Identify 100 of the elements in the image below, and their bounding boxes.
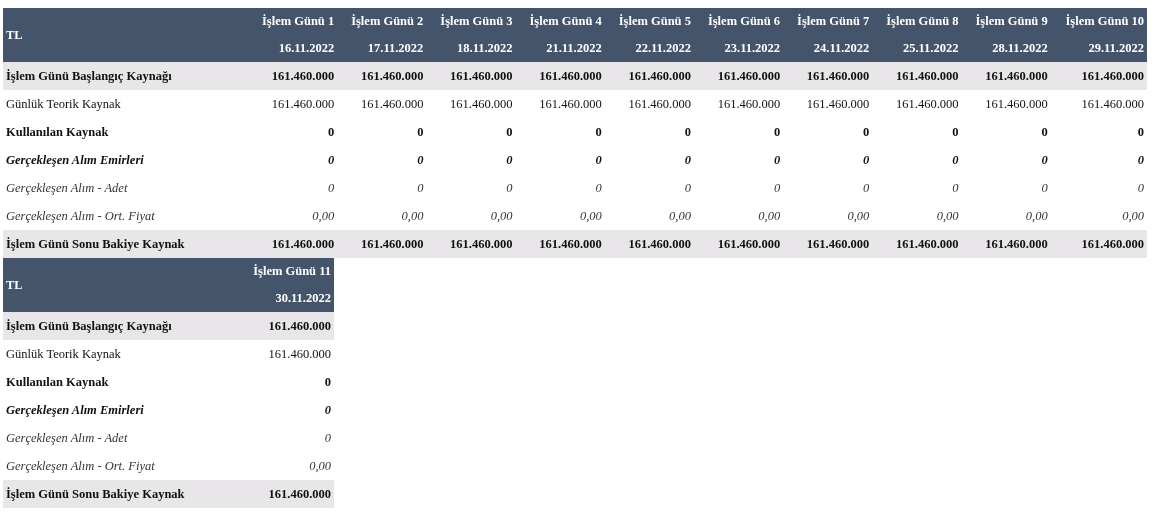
table-cell-text: 0 (683, 123, 692, 141)
date-header: 25.11.2022 (872, 35, 962, 62)
table-cell: 161.460.000 (961, 90, 1051, 118)
table-cell-text: 0 (323, 429, 332, 447)
table-cell-text: 0 (862, 123, 871, 141)
table-cell-text: 0 (323, 373, 332, 391)
table-cell: 161.460.000 (872, 230, 962, 258)
table-cell: 161.460.000 (248, 480, 334, 508)
column-header: İşlem Günü 8 (872, 8, 962, 35)
table-cell: 161.460.000 (426, 62, 516, 90)
column-header: İşlem Günü 10 (1050, 8, 1147, 35)
row-label: Kullanılan Kaynak (5, 373, 110, 391)
table-cell: 0,00 (515, 202, 605, 230)
table-cell: 161.460.000 (783, 230, 873, 258)
table-cell-text: 0 (416, 123, 425, 141)
date-header: 24.11.2022 (783, 35, 873, 62)
table-cell-text: 0 (1040, 151, 1049, 169)
date-header: 18.11.2022 (426, 35, 516, 62)
table-cell: 161.460.000 (693, 90, 784, 118)
table-cell-text: 0 (326, 179, 336, 197)
table-cell-text: 0 (326, 123, 336, 141)
column-header: İşlem Günü 2 (337, 8, 427, 35)
row-label: Gerçekleşen Alım - Adet (5, 429, 129, 447)
table-cell-text: 0 (1040, 179, 1049, 197)
table-cell: 161.460.000 (426, 230, 516, 258)
table-cell: 161.460.000 (515, 90, 605, 118)
table-cell: 161.460.000 (604, 230, 694, 258)
table-cell-text: 0 (505, 151, 514, 169)
table-cell-text: 0 (772, 151, 782, 169)
table-cell-text: 0 (951, 151, 960, 169)
table-cell: 161.460.000 (783, 62, 873, 90)
table-cell-text: 0 (1040, 123, 1049, 141)
row-label: İşlem Günü Başlangıç Kaynağı (3, 312, 248, 340)
row-label: Gerçekleşen Alım Emirleri (5, 151, 145, 169)
table-cell-text: 0 (1136, 179, 1145, 197)
table-cell: 161.460.000 (961, 230, 1051, 258)
column-header: İşlem Günü 5 (604, 8, 694, 35)
column-header: İşlem Günü 11 (248, 258, 334, 285)
column-header: İşlem Günü 9 (961, 8, 1051, 35)
table-cell: 161.460.000 (515, 230, 605, 258)
table-cell: 161.460.000 (693, 62, 784, 90)
table-cell-text: 0 (505, 123, 514, 141)
table-cell: 161.460.000 (1050, 230, 1147, 258)
table-cell-text: 0 (594, 179, 603, 197)
table-cell-text: 0 (951, 123, 960, 141)
table-cell: 0,00 (604, 202, 694, 230)
table-cell-text: 0 (323, 401, 332, 419)
row-label: İşlem Günü Başlangıç Kaynağı (3, 62, 248, 90)
table-cell: 161.460.000 (248, 340, 334, 368)
date-header: 28.11.2022 (961, 35, 1051, 62)
table-cell-text: 0 (416, 179, 425, 197)
table-cell: 161.460.000 (337, 230, 427, 258)
table-cell: 0,00 (872, 202, 962, 230)
table-cell-text: 0 (594, 151, 603, 169)
table-cell: 161.460.000 (783, 90, 873, 118)
table-cell-text: 0 (683, 179, 692, 197)
row-label: Gerçekleşen Alım - Ort. Fiyat (3, 452, 248, 480)
table-cell: 0,00 (426, 202, 516, 230)
date-header: 17.11.2022 (337, 35, 427, 62)
table-cell: 161.460.000 (1050, 90, 1147, 118)
table-cell-text: 0 (951, 179, 960, 197)
table-cell: 0,00 (1050, 202, 1147, 230)
table-cell: 0,00 (248, 452, 334, 480)
column-header: İşlem Günü 3 (426, 8, 516, 35)
table-cell-text: 0 (1136, 123, 1145, 141)
date-header: 23.11.2022 (693, 35, 784, 62)
table-cell: 161.460.000 (337, 62, 427, 90)
table-cell-text: 0 (862, 179, 871, 197)
date-header: 29.11.2022 (1050, 35, 1147, 62)
column-header: İşlem Günü 7 (783, 8, 873, 35)
table-cell: 0,00 (961, 202, 1051, 230)
table-cell-text: 0 (1136, 151, 1145, 169)
table-cell: 161.460.000 (872, 62, 962, 90)
date-header: 21.11.2022 (515, 35, 605, 62)
row-label: Gerçekleşen Alım - Adet (5, 179, 129, 197)
table-cell: 161.460.000 (248, 312, 334, 340)
table-cell: 0,00 (337, 202, 427, 230)
column-header: İşlem Günü 4 (515, 8, 605, 35)
date-header: 30.11.2022 (248, 285, 334, 312)
table-cell: 161.460.000 (872, 90, 962, 118)
table-cell: 0,00 (693, 202, 784, 230)
column-header: İşlem Günü 6 (693, 8, 784, 35)
date-header: 16.11.2022 (248, 35, 338, 62)
row-label: Kullanılan Kaynak (5, 123, 110, 141)
table-cell: 161.460.000 (604, 90, 694, 118)
row-label: Günlük Teorik Kaynak (3, 90, 248, 118)
table-cell: 161.460.000 (515, 62, 605, 90)
table-cell-text: 0 (594, 123, 603, 141)
row-label: İşlem Günü Sonu Bakiye Kaynak (3, 230, 248, 258)
table-cell-text: 0 (505, 179, 514, 197)
table-cell: 161.460.000 (337, 90, 427, 118)
table-cell: 161.460.000 (248, 90, 338, 118)
row-label: Gerçekleşen Alım Emirleri (5, 401, 145, 419)
table-cell-text: 0 (416, 151, 425, 169)
table-cell-text: 0 (772, 123, 782, 141)
table-cell: 161.460.000 (1050, 62, 1147, 90)
table-cell: 161.460.000 (248, 62, 338, 90)
table-cell: 161.460.000 (693, 230, 784, 258)
table-cell: 0,00 (248, 202, 338, 230)
table-cell: 0,00 (783, 202, 873, 230)
